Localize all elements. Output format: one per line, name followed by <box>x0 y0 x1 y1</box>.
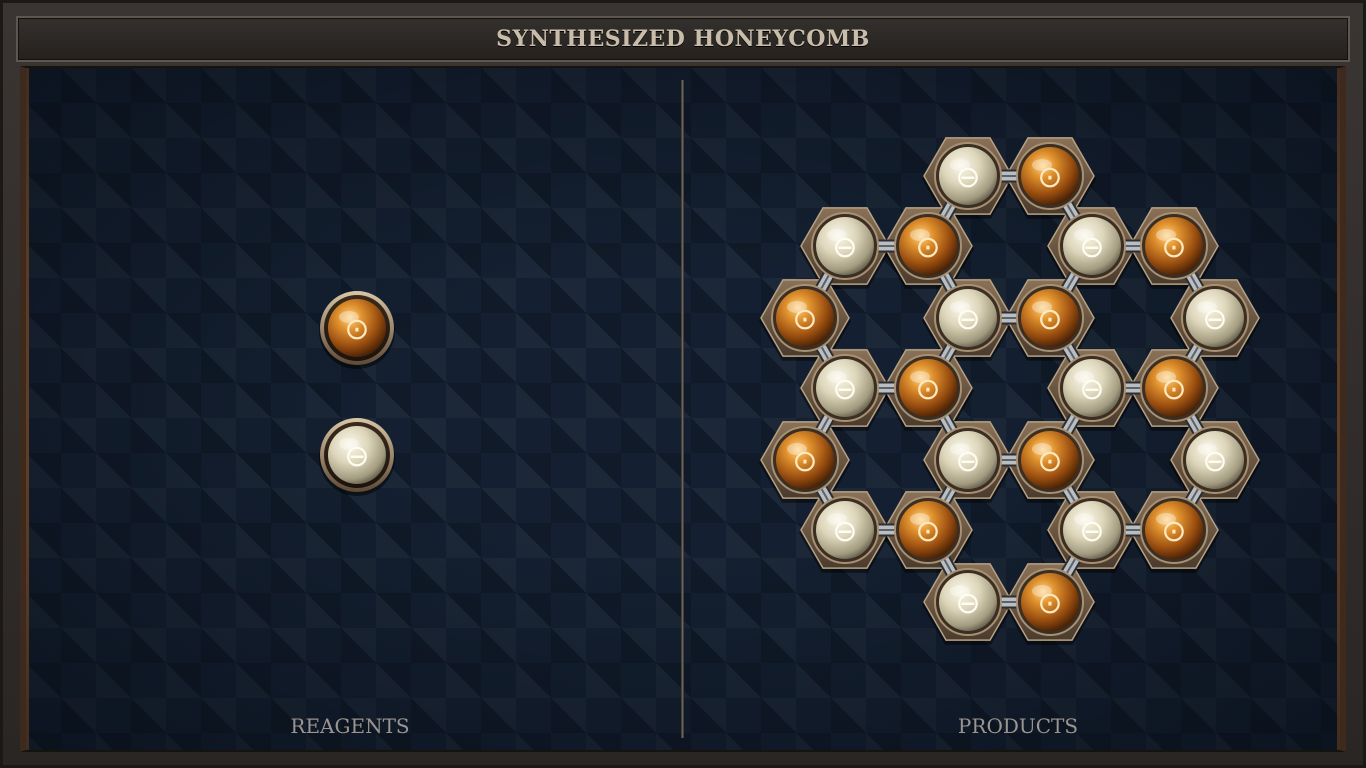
product-atom-pearl[interactable]: ⊖ <box>1058 496 1126 564</box>
product-atom-copper[interactable]: ⊙ <box>894 212 962 280</box>
pearl-symbol-icon: ⊖ <box>1079 372 1104 407</box>
product-atom-pearl[interactable]: ⊖ <box>1058 354 1126 422</box>
pearl-symbol-icon: ⊖ <box>955 444 980 479</box>
product-atom-copper[interactable]: ⊙ <box>1016 568 1084 636</box>
pearl-symbol-icon: ⊖ <box>1079 230 1104 265</box>
product-atom-copper[interactable]: ⊙ <box>894 354 962 422</box>
product-atom-copper[interactable]: ⊙ <box>1140 212 1208 280</box>
copper-symbol-icon: ⊙ <box>792 444 817 479</box>
copper-symbol-icon: ⊙ <box>1037 444 1062 479</box>
product-atom-pearl[interactable]: ⊖ <box>1181 426 1249 494</box>
molecule-scene: ⊖ ⊙ ⊖ ⊙ ⊖ ⊙ ⊙ ⊖ ⊙ ⊖ ⊖ ⊙ ⊖ ⊙ ⊙ ⊖ ⊙ ⊖ ⊖ ⊙ ⊖ ⊙ ⊖ ⊙ ⊙ ⊖ <box>319 137 1261 645</box>
pearl-symbol-icon: ⊖ <box>1202 444 1227 479</box>
copper-symbol-icon: ⊙ <box>1037 302 1062 337</box>
product-atom-pearl[interactable]: ⊖ <box>811 212 879 280</box>
product-atom-pearl[interactable]: ⊖ <box>934 284 1002 352</box>
product-atom-copper[interactable]: ⊙ <box>1016 142 1084 210</box>
copper-symbol-icon: ⊙ <box>1161 230 1186 265</box>
product-atom-pearl[interactable]: ⊖ <box>1058 212 1126 280</box>
pearl-symbol-icon: ⊖ <box>955 586 980 621</box>
pearl-symbol-icon: ⊖ <box>344 439 369 474</box>
product-atom-pearl[interactable]: ⊖ <box>934 142 1002 210</box>
product-atom-copper[interactable]: ⊙ <box>1016 426 1084 494</box>
copper-symbol-icon: ⊙ <box>792 302 817 337</box>
copper-symbol-icon: ⊙ <box>915 372 940 407</box>
copper-symbol-icon: ⊙ <box>915 230 940 265</box>
product-atom-pearl[interactable]: ⊖ <box>934 568 1002 636</box>
product-atom-copper[interactable]: ⊙ <box>894 496 962 564</box>
product-atom-copper[interactable]: ⊙ <box>771 284 839 352</box>
pearl-symbol-icon: ⊖ <box>1202 302 1227 337</box>
pearl-symbol-icon: ⊖ <box>832 372 857 407</box>
pearl-symbol-icon: ⊖ <box>1079 514 1104 549</box>
product-atom-copper[interactable]: ⊙ <box>1140 496 1208 564</box>
product-atom-pearl[interactable]: ⊖ <box>811 496 879 564</box>
copper-symbol-icon: ⊙ <box>1161 372 1186 407</box>
product-atom-copper[interactable]: ⊙ <box>771 426 839 494</box>
copper-symbol-icon: ⊙ <box>915 514 940 549</box>
copper-symbol-icon: ⊙ <box>1161 514 1186 549</box>
copper-symbol-icon: ⊙ <box>1037 586 1062 621</box>
pearl-symbol-icon: ⊖ <box>832 230 857 265</box>
product-atom-copper[interactable]: ⊙ <box>1016 284 1084 352</box>
pearl-symbol-icon: ⊖ <box>955 160 980 195</box>
product-atom-copper[interactable]: ⊙ <box>1140 354 1208 422</box>
pearl-symbol-icon: ⊖ <box>832 514 857 549</box>
product-atom-pearl[interactable]: ⊖ <box>811 354 879 422</box>
copper-symbol-icon: ⊙ <box>344 312 369 347</box>
product-atom-pearl[interactable]: ⊖ <box>1181 284 1249 352</box>
reagent-copper-atom[interactable]: ⊙ <box>319 291 395 369</box>
pearl-symbol-icon: ⊖ <box>955 302 980 337</box>
product-atom-pearl[interactable]: ⊖ <box>934 426 1002 494</box>
reagent-pearl-atom[interactable]: ⊖ <box>319 418 395 496</box>
copper-symbol-icon: ⊙ <box>1037 160 1062 195</box>
